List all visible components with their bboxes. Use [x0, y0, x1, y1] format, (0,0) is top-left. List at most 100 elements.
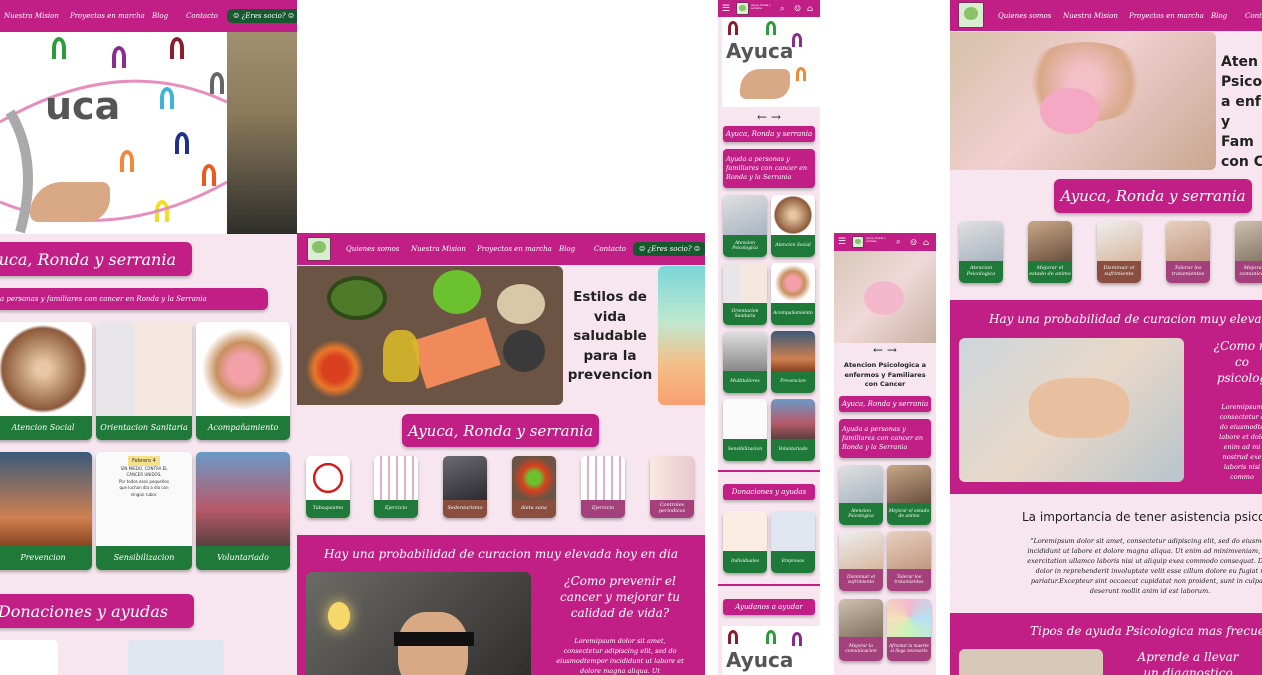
m-card-acompanamiento[interactable]: Acompañamiento	[771, 263, 815, 325]
nav-quienes[interactable]: Quienes somos	[346, 245, 399, 253]
nav-proyectos[interactable]: Proyectos en marcha	[70, 12, 145, 20]
hamburger-icon[interactable]: ☰	[722, 4, 730, 14]
pink-heart	[864, 281, 904, 315]
card-image	[443, 456, 487, 500]
orange-ribbon-icon	[796, 67, 806, 81]
hero-line: con C	[1221, 154, 1262, 170]
holding-hands-photo	[959, 338, 1184, 482]
m-card-voluntariado[interactable]: Voluntariado	[771, 399, 815, 461]
ayuca-logo[interactable]	[736, 2, 749, 15]
r-card-tratamientos[interactable]: Tolerar los tratamientos	[1166, 221, 1210, 283]
nav-mision[interactable]: Nuestra Mision	[411, 245, 466, 253]
card-acompanamiento[interactable]: Acompañamiento	[196, 322, 290, 440]
socio-label: ¿Eres socio?	[647, 245, 692, 253]
carousel-arrows[interactable]: ← →	[718, 110, 820, 124]
socio-label: ¿Eres socio?	[241, 12, 286, 20]
lorem-line: laboris nisi	[1223, 463, 1261, 471]
purple-ribbon-icon	[792, 33, 802, 47]
nav-mision[interactable]: Nuestra Mision	[1063, 12, 1118, 20]
carousel-arrows[interactable]: ← →	[834, 343, 936, 357]
nav-quienes[interactable]: Quienes somos	[998, 12, 1051, 20]
t-card-comunicacion[interactable]: Mejorar la comunicacion	[839, 599, 883, 661]
nav-bar: Nuestra Mision Proyectos en marcha Blog …	[0, 0, 297, 32]
nav-proyectos[interactable]: Proyectos en marcha	[477, 245, 552, 253]
como-prevenir-text: ¿Como prevenir el cancer y mejorar tu ca…	[560, 574, 680, 620]
tipos-band: Tipos de ayuda Psicologica mas frecuent …	[950, 613, 1262, 675]
ayuca-logo[interactable]	[852, 236, 864, 248]
card-sensibilizacion[interactable]: Febrero 4 SIN MIEDO, CONTRA EL CÁNCER UN…	[96, 452, 192, 570]
prev-controles[interactable]: Controles periodicos	[650, 456, 694, 518]
nav-blog[interactable]: Blog	[559, 245, 575, 253]
como-line: co	[1235, 355, 1249, 369]
card-atencion-social[interactable]: Atencion Social	[0, 322, 92, 440]
nav-mision[interactable]: Nuestra Mision	[4, 12, 59, 20]
nav-proyectos[interactable]: Proyectos en marcha	[1129, 12, 1204, 20]
card-label: Sensibilizacion	[96, 546, 192, 570]
prev-tabaquismo[interactable]: Tabaquismo	[306, 456, 350, 518]
nav-blog[interactable]: Blog	[152, 12, 168, 20]
t-card-atencion[interactable]: Atencion Psicologica	[839, 465, 883, 525]
title-pill: Ayuca, Ronda y serrania	[839, 396, 931, 412]
t-card-animo[interactable]: Mejorar el estado de animo	[887, 465, 931, 525]
m-card-sensibilizacion[interactable]: Sensibilizacion	[723, 399, 767, 461]
m-card-atencion-psicologica[interactable]: Atencion Psicologica	[723, 195, 767, 257]
home-icon[interactable]: ⌂	[923, 238, 929, 247]
user-icon[interactable]: ☺	[794, 4, 801, 13]
m-card-orientacion[interactable]: Orientacion Sanitaria	[723, 263, 767, 325]
t-card-muerte[interactable]: Afrontar la muerte si llega necesario	[887, 599, 931, 661]
m-card-multitallores[interactable]: Multitallores	[723, 331, 767, 393]
purple-ribbon-icon	[792, 632, 802, 646]
prev-sedentarismo[interactable]: Sedentarismo	[443, 456, 487, 518]
home-icon[interactable]: ⌂	[807, 4, 813, 13]
socio-button[interactable]: ☺ ¿Eres socio? ☺	[633, 242, 705, 256]
nav-contacto[interactable]: Contacto	[186, 12, 218, 20]
socio-button[interactable]: ☺ ¿Eres socio? ☺	[227, 9, 297, 23]
search-icon[interactable]: ⌕	[896, 237, 900, 247]
card-prevencion[interactable]: Prevencion	[0, 452, 92, 570]
m-card-atencion-social[interactable]: Atencion Social	[771, 195, 815, 257]
card-voluntariado[interactable]: Voluntariado	[196, 452, 290, 570]
prev-ejercicio[interactable]: Ejercicio	[374, 456, 418, 518]
search-icon[interactable]: ⌕	[780, 4, 784, 14]
probability-heading: Hay una probabilidad de curacion muy ele…	[323, 547, 679, 561]
ayuca-logo[interactable]	[307, 237, 331, 261]
frame-right-desktop: Quienes somos Nuestra Mision Proyectos e…	[950, 0, 1262, 675]
card-orientacion-sanitaria[interactable]: Orientacion Sanitaria	[96, 322, 192, 440]
tablet-hero-collage	[834, 251, 936, 343]
como-line: ¿Como m	[1213, 339, 1262, 353]
t-card-sufrimiento[interactable]: Disminuir el sufrimiento	[839, 531, 883, 591]
prev-ejercicio-2[interactable]: Ejercicio	[581, 456, 625, 518]
ayuca-logo[interactable]	[958, 2, 984, 28]
nav-contacto[interactable]: Contacto	[594, 245, 626, 253]
prev-dieta[interactable]: dieta sana	[512, 456, 556, 518]
card-label: Afrontar la muerte si llega necesario	[887, 637, 931, 661]
card-label: Ejercicio	[374, 500, 418, 518]
nav-blog[interactable]: Blog	[1211, 12, 1227, 20]
nav-bar: ☰ Ayuca, Ronda y serrania ⌕ ☺ ⌂	[834, 233, 936, 251]
m-card-prevencion[interactable]: Prevencion	[771, 331, 815, 393]
lorem-line: consectetur a	[1219, 413, 1262, 421]
m-donation-empresas[interactable]: Empresas	[771, 511, 815, 573]
t-card-tratamientos[interactable]: Tolerar los tratamientos	[887, 531, 931, 591]
hands-collage-photo	[950, 32, 1216, 170]
no-smoking-icon	[306, 456, 350, 500]
nav-contacto[interactable]: Contacto	[1245, 12, 1262, 20]
burgundy-ribbon-icon	[728, 21, 738, 35]
hamburger-icon[interactable]: ☰	[838, 237, 846, 247]
hero-logo-text: Ayuca	[726, 39, 794, 63]
hands	[1029, 378, 1129, 438]
r-card-atencion[interactable]: Atencion Psicologica	[959, 221, 1003, 283]
ayudanos-pill: Ayudanos a ayudar	[723, 599, 815, 615]
donaciones-pill: Donaciones y ayudas	[0, 594, 194, 628]
r-card-comunicacion[interactable]: Mejorar la comunicacion	[1235, 221, 1262, 283]
card-label: Mejorar el estado de animo	[887, 503, 931, 525]
card-label: Orientacion Sanitaria	[723, 303, 767, 325]
card-image	[0, 452, 92, 546]
r-card-sufrimiento[interactable]: Disminuir el sufrimiento	[1097, 221, 1141, 283]
user-icon[interactable]: ☺	[910, 238, 917, 247]
r-card-animo[interactable]: Mejorar el estado de animo	[1028, 221, 1072, 283]
card-label: Atencion Psicologica	[959, 261, 1003, 283]
card-label: Atencion Psicologica	[839, 503, 883, 525]
m-donation-individuales[interactable]: Individuales	[723, 511, 767, 573]
tomatoes	[305, 340, 365, 398]
